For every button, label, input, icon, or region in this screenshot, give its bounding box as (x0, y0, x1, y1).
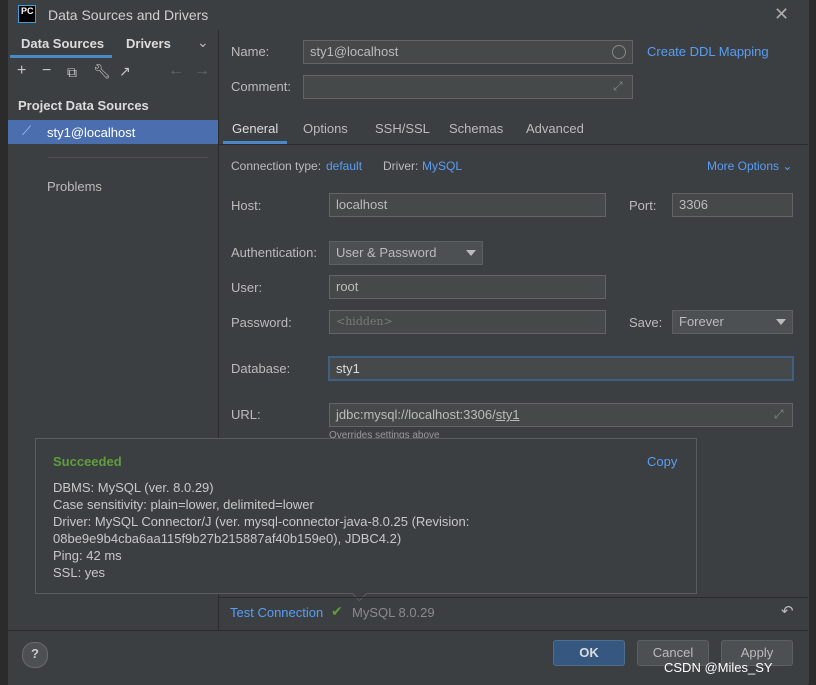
database-label: Database: (231, 361, 291, 376)
result-line: Ping: 42 ms (53, 548, 122, 563)
tab-underline (10, 55, 112, 58)
database-field[interactable]: sty1 (328, 356, 794, 381)
user-field[interactable]: root (329, 275, 606, 299)
url-field[interactable]: jdbc:mysql://localhost:3306/sty1 (329, 403, 793, 427)
forward-arrow-icon[interactable]: → (194, 62, 210, 80)
tab-schemas[interactable]: Schemas (449, 121, 503, 136)
connection-type-label: Connection type: (231, 159, 322, 173)
user-label: User: (231, 280, 263, 295)
port-label: Port: (629, 198, 657, 213)
dialog-title: Data Sources and Drivers (48, 7, 209, 23)
chevron-down-icon[interactable]: ⌄ (197, 34, 209, 51)
driver-label: Driver: (383, 159, 419, 173)
tab-general[interactable]: General (232, 121, 278, 136)
password-field[interactable]: <hidden> (329, 310, 606, 334)
authentication-select[interactable]: User & Password (329, 241, 483, 265)
ok-button[interactable]: OK (553, 640, 625, 666)
back-arrow-icon[interactable]: ← (168, 62, 184, 80)
host-field[interactable]: localhost (329, 193, 606, 217)
tab-ssh-ssl[interactable]: SSH/SSL (375, 121, 430, 136)
result-line: 08be9e9b4cba6aa115f9b27b215887af40b159e0… (53, 531, 402, 546)
add-icon[interactable]: + (17, 62, 26, 80)
status-succeeded: Succeeded (53, 454, 122, 469)
revert-icon[interactable]: ↶ (781, 602, 794, 620)
authentication-label: Authentication: (231, 245, 318, 260)
comment-label: Comment: (231, 79, 291, 94)
authentication-value: User & Password (336, 245, 437, 260)
tab-options[interactable]: Options (303, 121, 348, 136)
jump-to-icon[interactable]: ↗ (119, 63, 131, 80)
dropdown-arrow-icon (466, 250, 476, 256)
host-value: localhost (336, 197, 388, 212)
duplicate-icon[interactable]: ⧉ (67, 64, 77, 81)
more-options-label: More Options (707, 159, 780, 173)
password-placeholder: <hidden> (336, 315, 393, 328)
result-details: DBMS: MySQL (ver. 8.0.29) Case sensitivi… (53, 479, 469, 581)
divider (219, 597, 808, 598)
database-value: sty1 (336, 361, 360, 376)
expand-icon[interactable]: ⤢ (774, 407, 784, 422)
user-value: root (336, 279, 359, 294)
url-prefix: jdbc:mysql://localhost:3306/ (336, 407, 496, 422)
port-field[interactable]: 3306 (672, 193, 793, 217)
name-label: Name: (231, 44, 270, 59)
tab-advanced[interactable]: Advanced (526, 121, 584, 136)
list-item-label: sty1@localhost (47, 125, 136, 140)
pycharm-logo: PC (18, 5, 36, 23)
chevron-down-icon: ⌄ (782, 159, 793, 173)
tab-drivers[interactable]: Drivers (126, 36, 171, 51)
save-value: Forever (679, 314, 724, 329)
dropdown-arrow-icon (776, 319, 786, 325)
test-connection-link[interactable]: Test Connection (230, 605, 323, 620)
close-icon[interactable]: ✕ (774, 4, 789, 25)
result-line: DBMS: MySQL (ver. 8.0.29) (53, 480, 214, 495)
copy-link[interactable]: Copy (647, 454, 677, 469)
password-label: Password: (231, 315, 292, 330)
result-line: SSL: yes (53, 565, 106, 580)
save-select[interactable]: Forever (672, 310, 793, 334)
name-field[interactable]: sty1@localhost (303, 40, 633, 64)
datasource-icon: ⟋ (22, 123, 32, 138)
driver-link[interactable]: MySQL (422, 159, 462, 173)
section-heading: Project Data Sources (18, 98, 149, 113)
connection-type-link[interactable]: default (326, 159, 362, 173)
create-ddl-link[interactable]: Create DDL Mapping (647, 44, 769, 59)
remove-icon[interactable]: − (42, 62, 51, 80)
more-options-link[interactable]: More Options ⌄ (707, 159, 792, 173)
test-result-text: MySQL 8.0.29 (352, 605, 435, 620)
tab-data-sources[interactable]: Data Sources (21, 36, 104, 51)
port-value: 3306 (679, 197, 708, 212)
url-database: sty1 (495, 407, 520, 422)
expand-icon[interactable]: ⤢ (613, 79, 623, 94)
checkmark-icon: ✔ (331, 603, 343, 619)
watermark: CSDN @Miles_SY (664, 660, 773, 675)
host-label: Host: (231, 198, 262, 213)
divider (48, 157, 208, 158)
name-value: sty1@localhost (310, 44, 399, 59)
problems-item[interactable]: Problems (47, 179, 102, 194)
url-label: URL: (231, 407, 261, 422)
help-button[interactable]: ? (22, 642, 48, 668)
result-line: Driver: MySQL Connector/J (ver. mysql-co… (53, 514, 470, 529)
wrench-icon[interactable]: 🔧︎ (93, 63, 111, 80)
circle-icon[interactable] (612, 45, 626, 59)
result-line: Case sensitivity: plain=lower, delimited… (53, 497, 314, 512)
save-label: Save: (629, 315, 663, 330)
tabs-divider (219, 144, 808, 145)
comment-field[interactable] (303, 75, 633, 99)
